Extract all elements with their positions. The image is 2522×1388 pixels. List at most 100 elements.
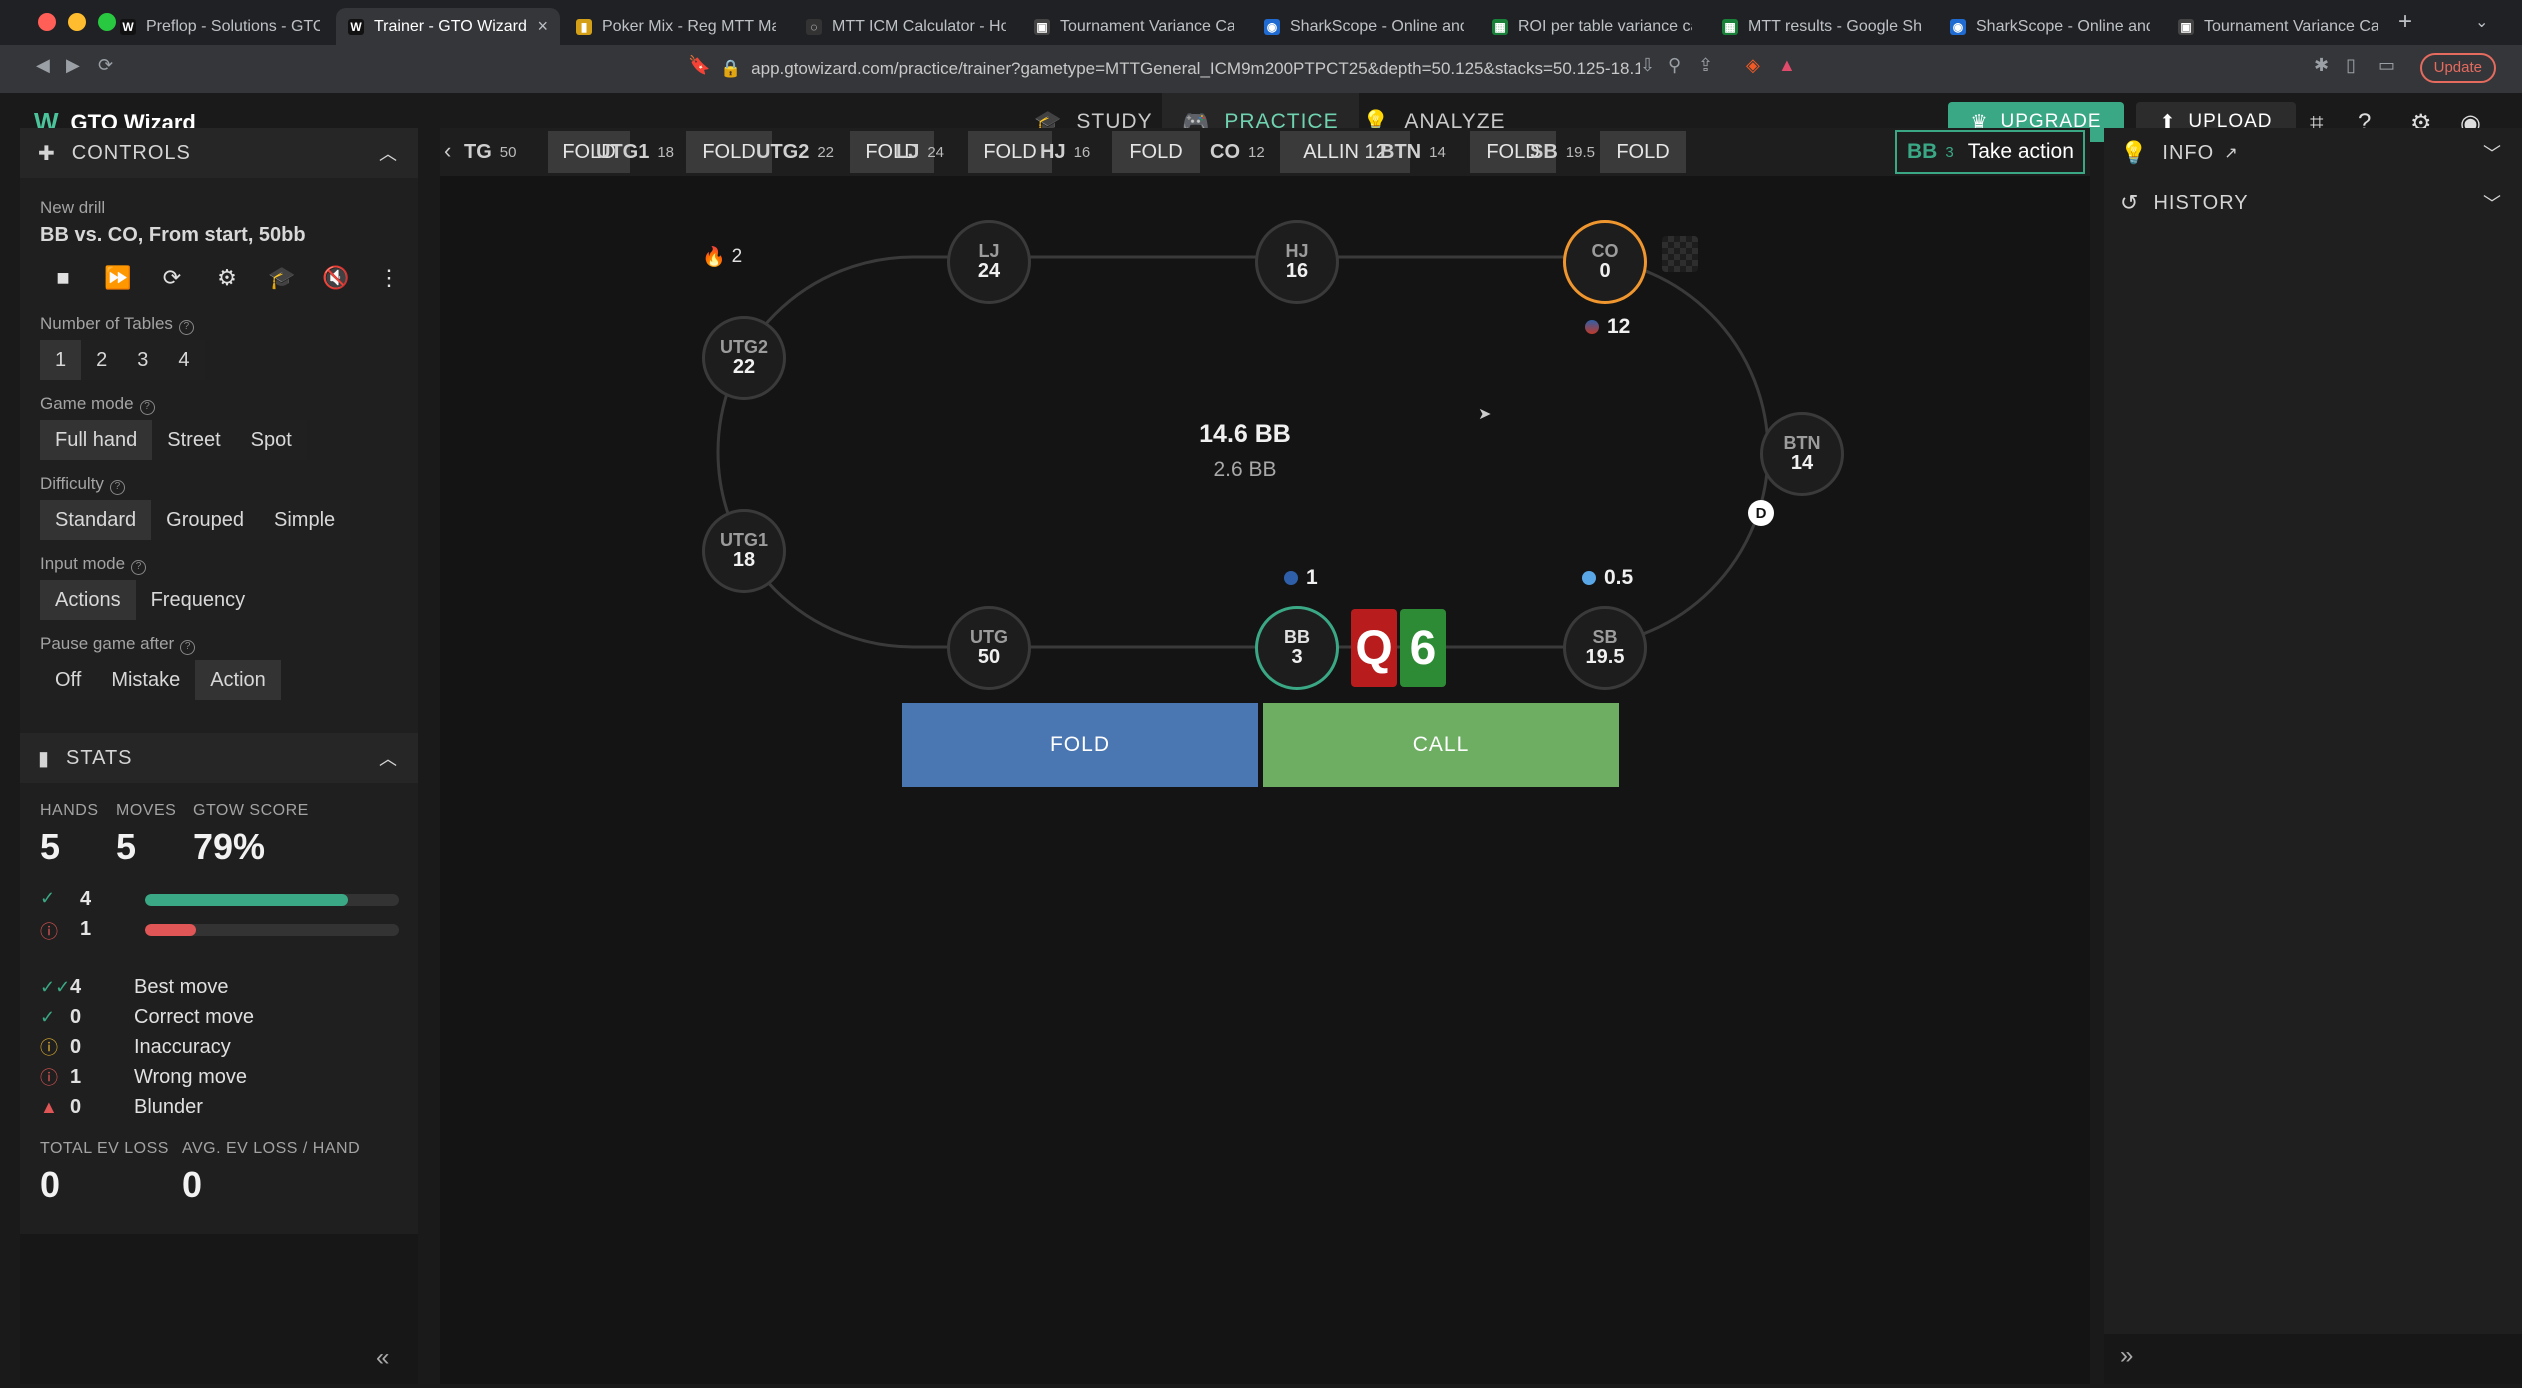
brave-shield-icon[interactable]: ◈ bbox=[1746, 55, 1760, 76]
external-link-icon[interactable]: ↗ bbox=[2224, 143, 2238, 163]
browser-tab[interactable]: ◉ SharkScope - Online and Live Po bbox=[1938, 8, 2162, 45]
history-position: UTG1 18 bbox=[596, 128, 674, 176]
back-icon[interactable]: ◀ bbox=[36, 55, 50, 76]
tables-option[interactable]: 3 bbox=[122, 340, 164, 380]
controls-header[interactable]: ✚ CONTROLS ︿ bbox=[20, 128, 418, 178]
history-position: SB 19.5 bbox=[1530, 128, 1595, 176]
history-header[interactable]: ↺ HISTORY ﹀ bbox=[2104, 178, 2522, 228]
chevron-down-icon[interactable]: ﹀ bbox=[2483, 140, 2502, 166]
sound-off-icon[interactable]: 🔇 bbox=[319, 261, 353, 295]
chevron-up-icon[interactable]: ︿ bbox=[379, 140, 398, 166]
move-count: 4 bbox=[70, 975, 82, 998]
history-title: HISTORY bbox=[2153, 191, 2249, 214]
pause-option[interactable]: Off bbox=[40, 660, 97, 700]
expand-right-icon[interactable]: » bbox=[2120, 1342, 2133, 1370]
install-icon[interactable]: ⇩ bbox=[1640, 55, 1655, 76]
difficulty-option[interactable]: Standard bbox=[40, 500, 152, 540]
seat-utg1[interactable]: UTG1 18 bbox=[702, 509, 786, 593]
browser-tab[interactable]: ▣ Tournament Variance Calculator bbox=[1022, 8, 1246, 45]
tables-option[interactable]: 1 bbox=[40, 340, 82, 380]
new-tab-icon[interactable]: + bbox=[2398, 8, 2412, 36]
browser-tab[interactable]: ◌ MTT ICM Calculator - HoldemRe bbox=[794, 8, 1018, 45]
game-mode-option[interactable]: Full hand bbox=[40, 420, 153, 460]
forward-icon[interactable]: ▶ bbox=[66, 55, 80, 76]
browser-tab[interactable]: ▦ MTT results - Google Sheets bbox=[1710, 8, 1934, 45]
stats-header[interactable]: ▮ STATS ︿ bbox=[20, 733, 418, 783]
seat-btn[interactable]: BTN 14 bbox=[1760, 412, 1844, 496]
poker-table-area: 🔥 2 14.6 BB 2.6 BB LJ 24 HJ 16 CO 0 UTG2 22 … bbox=[440, 176, 2090, 1384]
game-mode-option[interactable]: Street bbox=[152, 420, 236, 460]
difficulty-option[interactable]: Grouped bbox=[151, 500, 260, 540]
history-position: BTN 14 bbox=[1380, 128, 1446, 176]
help-circle-icon[interactable]: ? bbox=[139, 400, 155, 415]
seat-utg[interactable]: UTG 50 bbox=[947, 606, 1031, 690]
help-circle-icon[interactable]: ? bbox=[109, 480, 125, 495]
sidebar-icon[interactable]: ▯ bbox=[2346, 55, 2356, 76]
wallet-icon[interactable]: ▭ bbox=[2378, 55, 2395, 76]
browser-tab[interactable]: W Trainer - GTO Wizard × bbox=[336, 8, 560, 45]
help-circle-icon[interactable]: ? bbox=[131, 560, 147, 575]
tab-title: Trainer - GTO Wizard bbox=[374, 17, 527, 35]
chevron-left-icon[interactable]: ‹ bbox=[444, 138, 451, 164]
help-circle-icon[interactable]: ? bbox=[178, 320, 194, 335]
seat-lj[interactable]: LJ 24 bbox=[947, 220, 1031, 304]
chevron-up-icon[interactable]: ︿ bbox=[379, 745, 398, 771]
drill-settings-icon[interactable]: ⚙ bbox=[210, 261, 244, 295]
seat-sb[interactable]: SB 19.5 bbox=[1563, 606, 1647, 690]
input-mode-option[interactable]: Frequency bbox=[135, 580, 261, 620]
close-tab-icon[interactable]: × bbox=[527, 16, 548, 37]
pause-selector: Off Mistake Action bbox=[40, 660, 281, 700]
browser-tab[interactable]: ▣ Tournament Variance Calculator bbox=[2166, 8, 2390, 45]
fold-button[interactable]: FOLD bbox=[902, 703, 1258, 787]
seat-utg2[interactable]: UTG2 22 bbox=[702, 316, 786, 400]
history-action[interactable]: FOLD bbox=[1112, 131, 1200, 173]
difficulty-option[interactable]: Simple bbox=[259, 500, 351, 540]
more-options-icon[interactable]: ⋮ bbox=[372, 261, 406, 295]
chevron-down-icon[interactable]: ﹀ bbox=[2483, 190, 2502, 216]
current-position: BB bbox=[1907, 140, 1938, 163]
bookmark-icon[interactable]: 🔖 bbox=[688, 55, 710, 76]
stop-icon[interactable]: ■ bbox=[46, 261, 80, 295]
input-mode-label: Input mode? bbox=[40, 554, 147, 575]
game-mode-option[interactable]: Spot bbox=[235, 420, 307, 460]
help-circle-icon[interactable]: ? bbox=[180, 640, 196, 655]
browser-tab[interactable]: ▮ Poker Mix - Reg MTT Map, Online bbox=[564, 8, 788, 45]
extensions-icon[interactable]: ✱ bbox=[2314, 55, 2329, 76]
tables-option[interactable]: 4 bbox=[163, 340, 205, 380]
url-field[interactable]: 🔒 app.gtowizard.com/practice/trainer?gam… bbox=[720, 54, 1640, 84]
study-mode-icon[interactable]: 🎓 bbox=[265, 261, 299, 295]
tables-option[interactable]: 2 bbox=[81, 340, 123, 380]
seat-position: BTN bbox=[1783, 433, 1821, 454]
seat-co[interactable]: CO 0 bbox=[1563, 220, 1647, 304]
bad-progress-bar bbox=[145, 924, 399, 936]
seat-bb-hero[interactable]: BB 3 bbox=[1255, 606, 1339, 690]
reload-icon[interactable]: ⟳ bbox=[98, 55, 113, 76]
breakdown-row: ✓ 0 Correct move bbox=[40, 1004, 254, 1030]
call-button[interactable]: CALL bbox=[1263, 703, 1619, 787]
history-clock-icon: ↺ bbox=[2120, 190, 2140, 215]
flame-icon: 🔥 bbox=[702, 247, 726, 268]
browser-tab[interactable]: ◉ SharkScope - Online and Live Po bbox=[1252, 8, 1476, 45]
collapse-left-icon[interactable]: « bbox=[376, 1344, 389, 1372]
seat-hj[interactable]: HJ 16 bbox=[1255, 220, 1339, 304]
move-count: 1 bbox=[70, 1065, 82, 1088]
update-button[interactable]: Update bbox=[2419, 53, 2496, 83]
info-header[interactable]: 💡 INFO ↗ ﹀ bbox=[2104, 128, 2522, 178]
tab-search-icon[interactable]: ⌄ bbox=[2475, 12, 2488, 32]
brave-rewards-icon[interactable]: ▲ bbox=[1778, 55, 1796, 76]
avg-ev-label: AVG. EV LOSS / HAND bbox=[182, 1140, 361, 1157]
refresh-icon[interactable]: ⟳ bbox=[155, 261, 189, 295]
close-window-button[interactable] bbox=[38, 13, 56, 31]
fast-forward-icon[interactable]: ⏩ bbox=[101, 261, 135, 295]
zoom-icon[interactable]: ⚲ bbox=[1668, 55, 1681, 76]
minimize-window-button[interactable] bbox=[68, 13, 86, 31]
lock-icon: 🔒 bbox=[720, 59, 742, 78]
history-action[interactable]: FOLD bbox=[1600, 131, 1686, 173]
browser-tab[interactable]: ▦ ROI per table variance calc - Goo bbox=[1480, 8, 1704, 45]
pause-option[interactable]: Mistake bbox=[96, 660, 196, 700]
history-position-stack: 12 bbox=[1248, 143, 1265, 161]
input-mode-option[interactable]: Actions bbox=[40, 580, 136, 620]
browser-tab[interactable]: W Preflop - Solutions - GTO Wizard bbox=[108, 8, 332, 45]
pause-option[interactable]: Action bbox=[195, 660, 281, 700]
share-icon[interactable]: ⇪ bbox=[1698, 55, 1713, 76]
